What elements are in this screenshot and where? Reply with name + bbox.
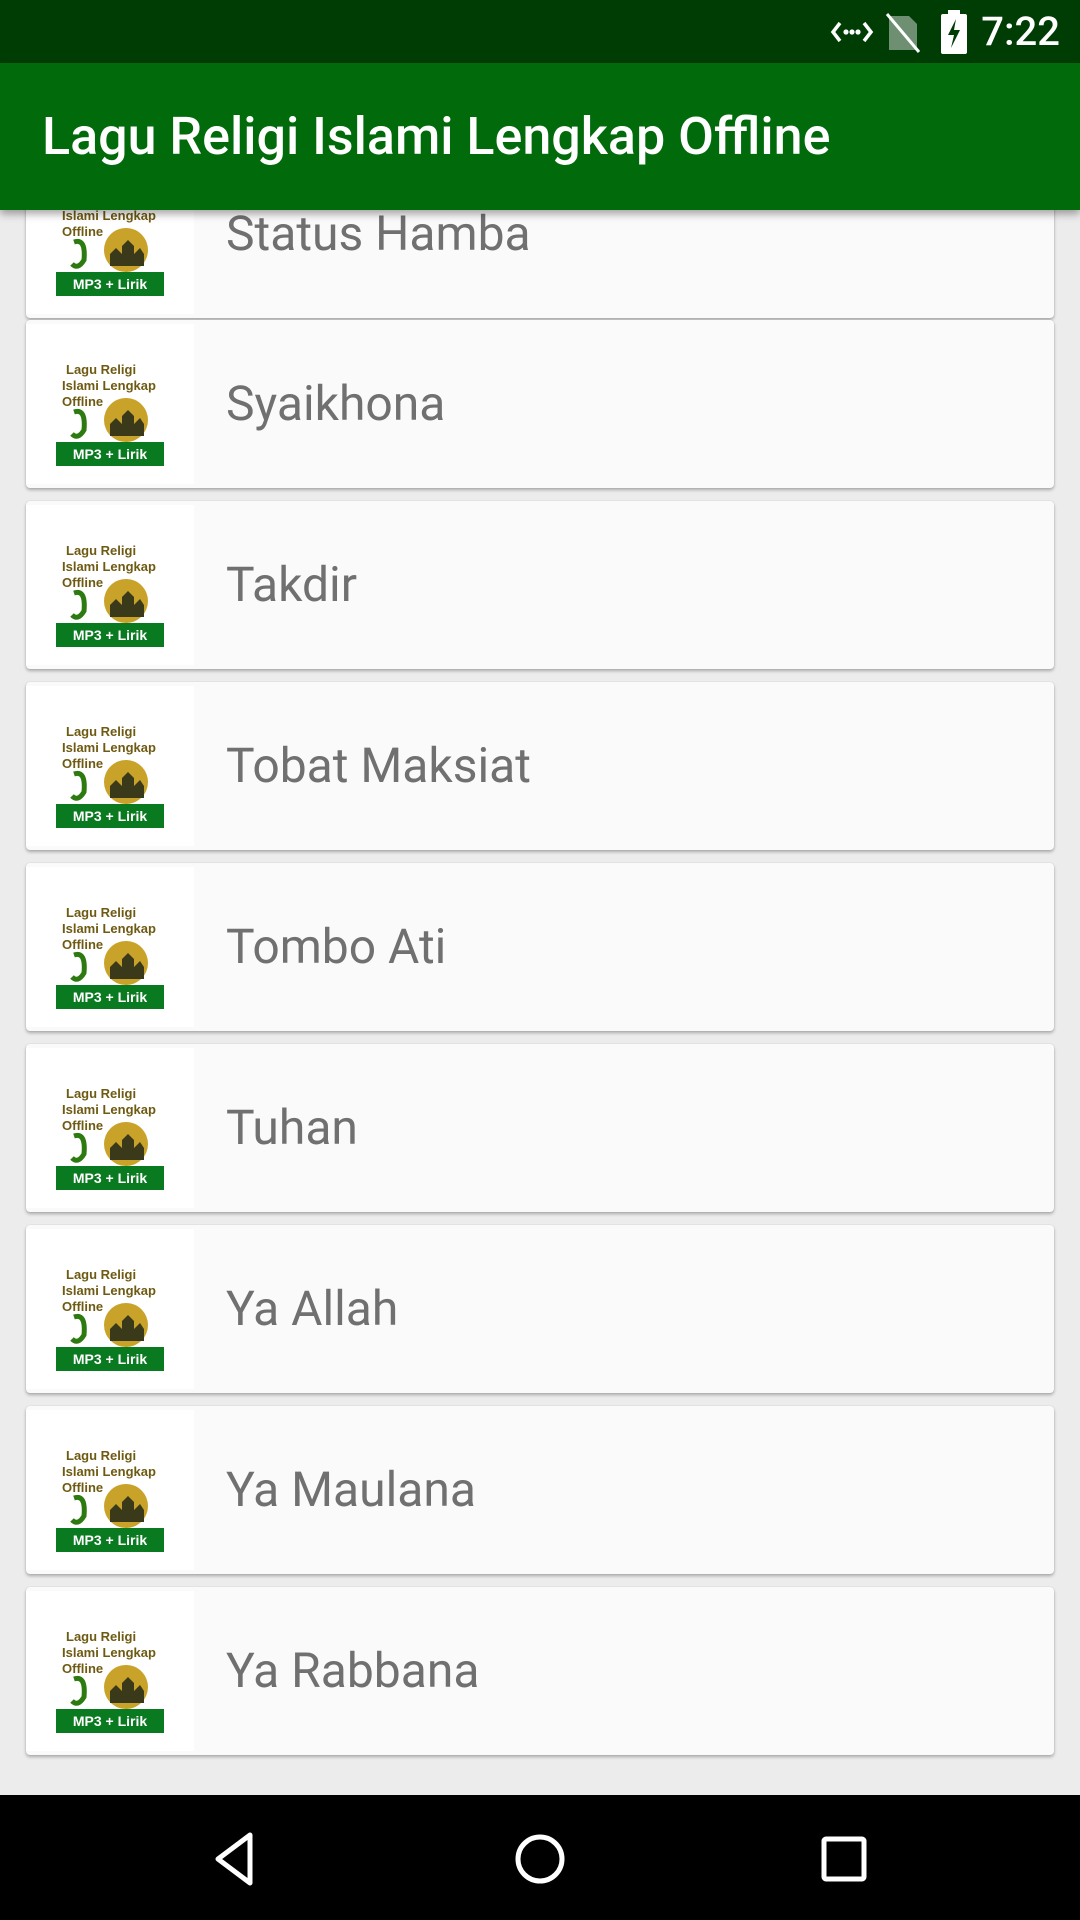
app-bar: Lagu Religi Islami Lengkap Offline [0, 63, 1080, 210]
song-title: Status Hamba [226, 210, 531, 262]
thumb-badge: MP3 + Lirik [73, 808, 148, 824]
thumb-line-2: Islami Lengkap [62, 1283, 156, 1298]
thumb-line-1: Lagu Religi [66, 362, 136, 377]
thumb-line-3: Offline [62, 1299, 103, 1314]
recents-icon[interactable] [812, 1827, 876, 1891]
song-title: Ya Maulana [226, 1461, 477, 1518]
thumb-badge: MP3 + Lirik [73, 1713, 148, 1729]
status-bar: 7:22 [0, 0, 1080, 63]
status-time: 7:22 [981, 8, 1060, 55]
song-title: Takdir [226, 556, 357, 613]
thumb-line-1: Lagu Religi [66, 543, 136, 558]
list-item[interactable]: Lagu Religi Islami Lengkap Offline MP3 +… [26, 320, 1054, 488]
thumb-line-1: Lagu Religi [66, 724, 136, 739]
thumb-badge: MP3 + Lirik [73, 1351, 148, 1367]
battery-charging-icon [940, 10, 968, 58]
thumb-badge: MP3 + Lirik [73, 627, 148, 643]
song-thumbnail-icon: Lagu Religi Islami Lengkap Offline MP3 +… [26, 324, 194, 484]
song-list[interactable]: Lagu Religi Islami Lengkap Offline MP3 +… [0, 210, 1080, 1795]
song-title: Ya Allah [226, 1280, 399, 1337]
app-title: Lagu Religi Islami Lengkap Offline [42, 106, 831, 167]
song-thumbnail-icon: Lagu Religi Islami Lengkap Offline MP3 +… [26, 1229, 194, 1389]
song-thumbnail-icon: Lagu Religi Islami Lengkap Offline MP3 +… [26, 210, 194, 314]
song-title: Tombo Ati [226, 918, 447, 975]
song-title: Tuhan [226, 1099, 358, 1156]
list-item[interactable]: Lagu Religi Islami Lengkap Offline MP3 +… [26, 1225, 1054, 1393]
thumb-badge: MP3 + Lirik [73, 276, 148, 292]
thumb-line-2: Islami Lengkap [62, 1102, 156, 1117]
list-item[interactable]: Lagu Religi Islami Lengkap Offline MP3 +… [26, 682, 1054, 850]
list-item[interactable]: Lagu Religi Islami Lengkap Offline MP3 +… [26, 863, 1054, 1031]
thumb-line-3: Offline [62, 1661, 103, 1676]
thumb-badge: MP3 + Lirik [73, 446, 148, 462]
song-thumbnail-icon: Lagu Religi Islami Lengkap Offline MP3 +… [26, 505, 194, 665]
thumb-line-1: Lagu Religi [66, 1086, 136, 1101]
song-thumbnail-icon: Lagu Religi Islami Lengkap Offline MP3 +… [26, 686, 194, 846]
thumb-line-2: Islami Lengkap [62, 378, 156, 393]
song-title: Ya Rabbana [226, 1642, 480, 1699]
list-item[interactable]: Lagu Religi Islami Lengkap Offline MP3 +… [26, 501, 1054, 669]
thumb-line-3: Offline [62, 1480, 103, 1495]
navigation-bar [0, 1795, 1080, 1920]
thumb-line-1: Lagu Religi [66, 905, 136, 920]
thumb-line-3: Offline [62, 575, 103, 590]
thumb-line-2: Islami Lengkap [62, 559, 156, 574]
home-icon[interactable] [508, 1827, 572, 1891]
thumb-line-3: Offline [62, 394, 103, 409]
thumb-badge: MP3 + Lirik [73, 1532, 148, 1548]
thumb-line-1: Lagu Religi [66, 1267, 136, 1282]
list-item[interactable]: Lagu Religi Islami Lengkap Offline MP3 +… [26, 1044, 1054, 1212]
thumb-badge: MP3 + Lirik [73, 1170, 148, 1186]
thumb-line-3: Offline [62, 756, 103, 771]
thumb-badge: MP3 + Lirik [73, 989, 148, 1005]
data-transfer-icon [830, 10, 874, 58]
song-title: Syaikhona [226, 375, 446, 432]
song-thumbnail-icon: Lagu Religi Islami Lengkap Offline MP3 +… [26, 867, 194, 1027]
song-title: Tobat Maksiat [226, 737, 531, 794]
list-item[interactable]: Lagu Religi Islami Lengkap Offline MP3 +… [26, 210, 1054, 318]
thumb-line-2: Islami Lengkap [62, 1645, 156, 1660]
thumb-line-3: Offline [62, 937, 103, 952]
thumb-line-1: Lagu Religi [66, 1629, 136, 1644]
thumb-line-2: Islami Lengkap [62, 921, 156, 936]
back-icon[interactable] [204, 1827, 268, 1891]
thumb-line-2: Islami Lengkap [62, 210, 156, 223]
thumb-line-2: Islami Lengkap [62, 1464, 156, 1479]
thumb-line-3: Offline [62, 224, 103, 239]
song-thumbnail-icon: Lagu Religi Islami Lengkap Offline MP3 +… [26, 1048, 194, 1208]
thumb-line-3: Offline [62, 1118, 103, 1133]
list-item[interactable]: Lagu Religi Islami Lengkap Offline MP3 +… [26, 1587, 1054, 1755]
song-thumbnail-icon: Lagu Religi Islami Lengkap Offline MP3 +… [26, 1591, 194, 1751]
song-thumbnail-icon: Lagu Religi Islami Lengkap Offline MP3 +… [26, 1410, 194, 1570]
list-item[interactable]: Lagu Religi Islami Lengkap Offline MP3 +… [26, 1406, 1054, 1574]
no-sim-icon [885, 10, 921, 58]
thumb-line-2: Islami Lengkap [62, 740, 156, 755]
thumb-line-1: Lagu Religi [66, 1448, 136, 1463]
